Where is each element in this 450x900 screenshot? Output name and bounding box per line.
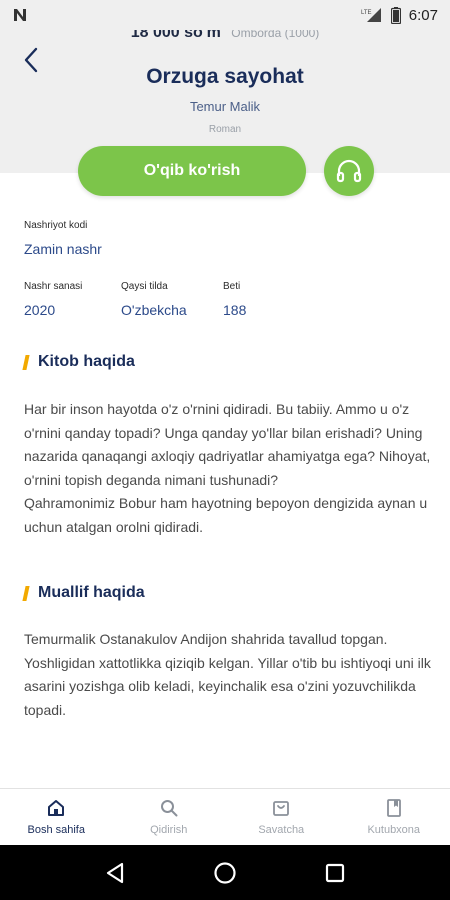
about-book-paragraph: Qahramonimiz Bobur ham hayotning bepoyon… (24, 495, 428, 535)
publisher-value: Zamin nashr (24, 241, 102, 257)
audio-button[interactable] (324, 146, 374, 196)
battery-icon (390, 6, 401, 24)
circle-home-icon (214, 861, 236, 884)
nav-label-basket: Savatcha (258, 824, 305, 836)
section-marker (22, 585, 30, 601)
language-label: Qaysi tilda (121, 281, 168, 292)
status-bar: LTE 6:07 (0, 0, 450, 30)
signal-icon: LTE (361, 8, 381, 22)
nav-item-home[interactable]: Bosh sahifa (0, 789, 113, 845)
about-book-text: Har bir inson hayotda o'z o'rnini qidira… (24, 398, 434, 539)
system-recents-button[interactable] (315, 853, 355, 893)
search-icon (160, 800, 178, 817)
library-icon (386, 799, 401, 817)
stock-status: Omborda (1000) (231, 30, 320, 40)
nav-label-library: Kutubxona (367, 824, 421, 836)
about-author-paragraph: Temurmalik Ostanakulov Andijon shahrida … (24, 631, 431, 718)
about-author-text: Temurmalik Ostanakulov Andijon shahrida … (24, 628, 434, 722)
square-recents-icon (325, 863, 345, 882)
triangle-back-icon (106, 862, 124, 883)
nav-item-library[interactable]: Kutubxona (338, 789, 450, 845)
home-icon (48, 800, 65, 816)
pages-label: Beti (223, 281, 241, 292)
publish-date-value: 2020 (24, 302, 56, 318)
about-book-paragraph: Har bir inson hayotda o'z o'rnini qidira… (24, 401, 431, 488)
bottom-navigation: Bosh sahifa Qidirish Savatcha Kutubxona (0, 788, 450, 845)
publish-date-label: Nashr sanasi (24, 281, 83, 292)
price-row: 18 000 so'm Omborda (1000) (0, 30, 450, 42)
language-value: O'zbekcha (121, 302, 187, 318)
nav-item-search[interactable]: Qidirish (113, 789, 226, 845)
system-home-button[interactable] (205, 853, 245, 893)
pages-value: 188 (223, 302, 247, 318)
headphones-icon (336, 159, 362, 183)
about-author-heading: Muallif haqida (22, 584, 145, 602)
publisher-label: Nashriyot kodi (24, 220, 88, 231)
about-book-title: Kitob haqida (38, 353, 135, 370)
read-preview-button[interactable]: O'qib ko'rish (78, 146, 306, 196)
system-back-button[interactable] (95, 853, 135, 893)
about-book-heading: Kitob haqida (22, 353, 135, 371)
status-time: 6:07 (408, 6, 438, 24)
basket-icon (273, 801, 290, 816)
nav-label-search: Qidirish (150, 824, 188, 836)
lte-label: LTE (361, 10, 372, 16)
price-value: 18 000 so'm (130, 30, 221, 41)
book-author: Temur Malik (189, 99, 261, 114)
nav-label-home: Bosh sahifa (27, 824, 85, 836)
section-marker (22, 354, 30, 370)
about-author-title: Muallif haqida (38, 584, 145, 601)
system-navigation-bar (0, 845, 450, 900)
book-genre: Roman (208, 124, 242, 135)
n-logo-icon (14, 9, 26, 21)
nav-item-basket[interactable]: Savatcha (225, 789, 338, 845)
book-title: Orzuga sayohat (146, 65, 304, 88)
